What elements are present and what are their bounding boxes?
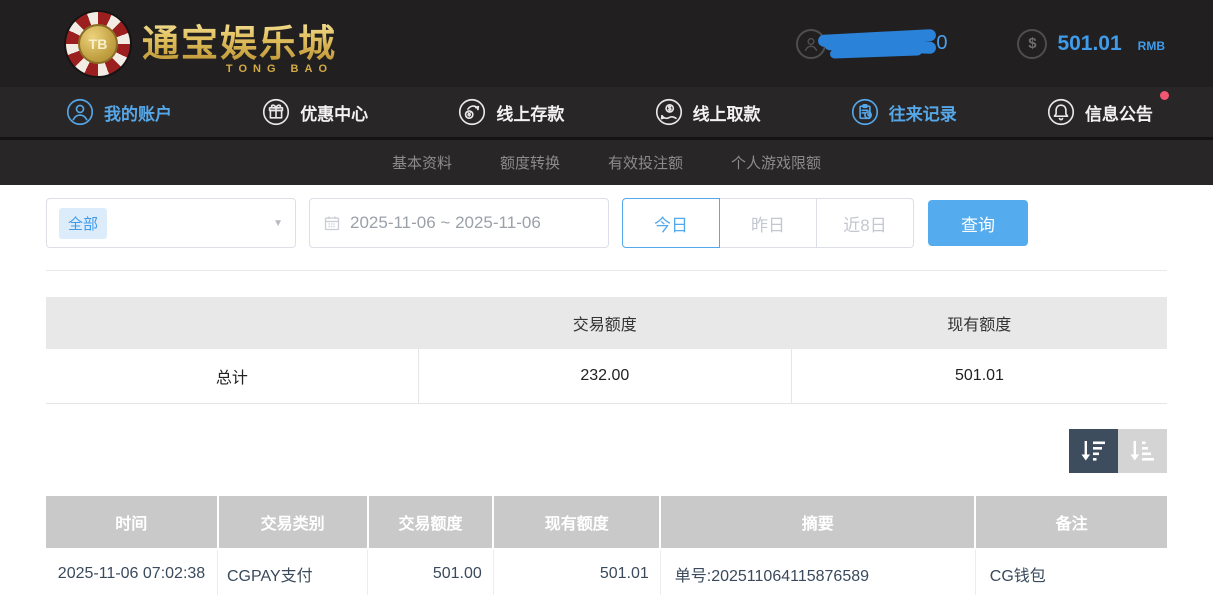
last-8-days-button[interactable]: 近8日 <box>816 198 914 248</box>
username-display: 0 <box>796 26 947 62</box>
records-table: 时间 交易类别 交易额度 现有额度 摘要 备注 2025-11-06 07:02… <box>46 496 1167 595</box>
redacted-username-scribble <box>818 26 940 62</box>
site-title: 通宝娱乐城 <box>142 13 337 67</box>
poker-chip-icon: TB <box>66 12 130 76</box>
table-row: 2025-11-06 07:02:38 CGPAY支付 501.00 501.0… <box>46 549 1167 595</box>
search-button[interactable]: 查询 <box>928 200 1028 246</box>
type-select[interactable]: 全部 ▼ <box>46 198 296 248</box>
record-remark: CG钱包 <box>975 549 1167 595</box>
record-time: 2025-11-06 07:02:38 <box>46 549 218 595</box>
sort-controls <box>46 429 1167 473</box>
nav-item-promotions[interactable]: 优惠中心 <box>262 98 368 126</box>
logo-text: 通宝娱乐城 TONG BAO <box>142 13 337 75</box>
balance-currency: RMB <box>1138 39 1165 53</box>
withdraw-icon: $ <box>655 98 683 126</box>
records-icon <box>851 98 879 126</box>
deposit-icon: ¥ <box>458 98 486 126</box>
site-logo[interactable]: TB 通宝娱乐城 TONG BAO <box>66 12 337 76</box>
summary-current-amount: 501.01 <box>791 349 1167 403</box>
chevron-down-icon: ▼ <box>273 218 283 229</box>
topbar-right: 0 $ 501.01 RMB <box>796 26 1165 62</box>
date-range-value: 2025-11-06 ~ 2025-11-06 <box>350 213 541 233</box>
top-header: TB 通宝娱乐城 TONG BAO 0 $ 501.01 RMB <box>0 0 1213 87</box>
quick-date-buttons: 今日 昨日 近8日 <box>622 198 914 248</box>
bell-icon <box>1047 98 1075 126</box>
account-icon <box>66 98 94 126</box>
nav-item-announcements[interactable]: 信息公告 <box>1047 98 1153 126</box>
notification-dot <box>1160 91 1169 100</box>
subnav-item-game-limits[interactable]: 个人游戏限额 <box>731 152 821 173</box>
calendar-icon <box>324 215 340 231</box>
nav-item-withdraw[interactable]: $ 线上取款 <box>655 98 761 126</box>
yesterday-button[interactable]: 昨日 <box>719 198 817 248</box>
records-header-current-amount: 现有额度 <box>493 496 660 549</box>
gift-icon <box>262 98 290 126</box>
records-header-time: 时间 <box>46 496 218 549</box>
balance-display: $ 501.01 RMB <box>1017 29 1165 59</box>
nav-item-transaction-records[interactable]: 往来记录 <box>851 98 957 126</box>
summary-table: 交易额度 现有额度 总计 232.00 501.01 <box>46 297 1167 404</box>
subnav-item-basic-info[interactable]: 基本资料 <box>392 152 452 173</box>
records-header-summary: 摘要 <box>660 496 975 549</box>
nav-item-deposit[interactable]: ¥ 线上存款 <box>458 98 564 126</box>
nav-item-my-account[interactable]: 我的账户 <box>66 98 172 126</box>
type-select-value: 全部 <box>59 208 107 239</box>
subnav-item-valid-bets[interactable]: 有效投注额 <box>608 152 683 173</box>
site-subtitle: TONG BAO <box>142 63 337 75</box>
records-header-remark: 备注 <box>975 496 1167 549</box>
section-divider <box>46 270 1167 271</box>
record-type: CGPAY支付 <box>218 549 368 595</box>
records-header-type: 交易类别 <box>218 496 368 549</box>
today-button[interactable]: 今日 <box>622 198 720 248</box>
summary-header-current-amount: 现有额度 <box>791 297 1167 349</box>
main-nav: 我的账户 优惠中心 ¥ 线上存款 $ <box>0 87 1213 137</box>
summary-total-row: 总计 232.00 501.01 <box>46 349 1167 403</box>
record-transaction-amount: 501.00 <box>368 549 494 595</box>
poker-chip-center: TB <box>78 24 118 64</box>
sort-descending-button[interactable] <box>1069 429 1118 473</box>
main-content: 全部 ▼ 2025-11-06 ~ 2025-11-06 今日 昨日 近8日 查 <box>0 185 1213 595</box>
records-header-row: 时间 交易类别 交易额度 现有额度 摘要 备注 <box>46 496 1167 549</box>
records-header-transaction-amount: 交易额度 <box>368 496 494 549</box>
date-range-input[interactable]: 2025-11-06 ~ 2025-11-06 <box>309 198 609 248</box>
sub-nav: 基本资料 额度转换 有效投注额 个人游戏限额 <box>0 137 1213 185</box>
summary-header-row: 交易额度 现有额度 <box>46 297 1167 349</box>
sort-ascending-button[interactable] <box>1118 429 1167 473</box>
balance-amount: 501.01 <box>1057 32 1121 56</box>
summary-total-label: 总计 <box>46 349 418 403</box>
summary-transaction-amount: 232.00 <box>418 349 791 403</box>
subnav-item-credit-transfer[interactable]: 额度转换 <box>500 152 560 173</box>
record-current-amount: 501.01 <box>493 549 660 595</box>
dollar-icon: $ <box>1017 29 1047 59</box>
summary-header-transaction-amount: 交易额度 <box>418 297 791 349</box>
summary-header-empty <box>46 297 418 349</box>
record-summary: 单号:202511064115876589 <box>660 549 975 595</box>
filter-row: 全部 ▼ 2025-11-06 ~ 2025-11-06 今日 昨日 近8日 查 <box>46 198 1167 248</box>
